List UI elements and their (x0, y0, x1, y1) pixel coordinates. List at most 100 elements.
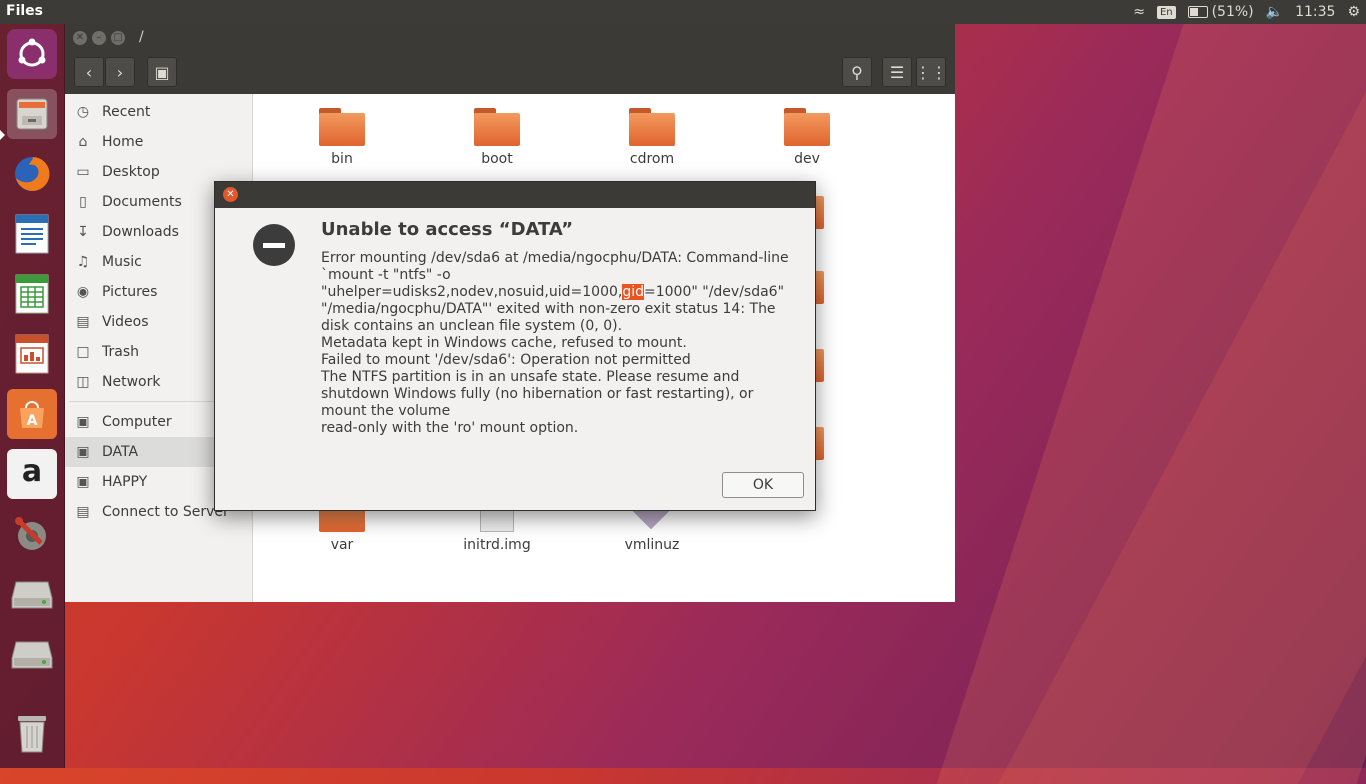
download-icon: ↧ (77, 224, 89, 240)
gear-icon[interactable]: ⚙ (1347, 4, 1360, 20)
file-name: bin (331, 151, 353, 167)
path-bar-root-button[interactable]: ▣ (147, 57, 177, 87)
folder-icon (784, 108, 830, 146)
trash-icon: □ (76, 344, 90, 360)
search-icon: ⚲ (851, 62, 863, 82)
minimize-icon[interactable]: – (92, 31, 106, 45)
error-icon (253, 224, 295, 266)
camera-icon: ◉ (76, 284, 90, 300)
calc-icon[interactable] (7, 269, 57, 319)
sidebar-item-label: HAPPY (102, 474, 148, 490)
file-item[interactable]: cdrom (597, 108, 707, 167)
sidebar-item-recent[interactable]: ◷ Recent (65, 97, 252, 127)
search-button[interactable]: ⚲ (842, 57, 872, 87)
network-icon: ◫ (76, 374, 90, 390)
error-dialog: ✕ Unable to access “DATA” Error mounting… (214, 181, 816, 511)
server-icon: ▤ (76, 504, 90, 520)
film-icon: ▤ (76, 314, 90, 330)
drive-icon: ▣ (76, 444, 90, 460)
drive-icon: ▣ (76, 414, 90, 430)
close-icon[interactable]: ✕ (73, 31, 87, 45)
trash-icon[interactable] (7, 709, 57, 759)
software-center-icon[interactable]: A (7, 389, 57, 439)
sidebar-item-label: Desktop (102, 164, 160, 180)
writer-icon[interactable] (7, 209, 57, 259)
highlighted-text: gid (622, 284, 645, 300)
dialog-heading: Unable to access “DATA” (321, 219, 574, 240)
window-titlebar: ✕ – □ / (65, 24, 955, 52)
maximize-icon[interactable]: □ (111, 31, 125, 45)
file-item[interactable]: bin (287, 108, 397, 167)
svg-text:A: A (27, 413, 38, 429)
home-icon: ⌂ (78, 134, 88, 150)
file-name: cdrom (629, 151, 675, 167)
error-line: Failed to mount '/dev/sda6': Operation n… (321, 352, 691, 368)
forward-button[interactable]: › (105, 57, 135, 87)
file-name: initrd.img (463, 537, 531, 553)
dialog-message: Error mounting /dev/sda6 at /media/ngocp… (321, 250, 799, 437)
dialog-titlebar: ✕ (215, 182, 815, 208)
chevron-left-icon: ‹ (85, 62, 93, 82)
wifi-icon[interactable]: ≈ (1133, 4, 1145, 20)
folder-icon (474, 108, 520, 146)
clock[interactable]: 11:35 (1295, 4, 1335, 20)
document-icon: ▯ (79, 194, 87, 210)
folder-icon (629, 108, 675, 146)
list-view-button[interactable]: ☰ (882, 57, 912, 87)
file-name: vmlinuz (624, 537, 680, 553)
settings-icon[interactable] (7, 509, 57, 559)
folder-icon: ▭ (76, 164, 90, 180)
error-line: read-only with the 'ro' mount option. (321, 420, 579, 436)
amazon-icon[interactable]: a (7, 449, 57, 499)
list-icon: ☰ (889, 62, 905, 82)
sidebar-item-label: Computer (102, 414, 172, 430)
file-cabinet-icon[interactable] (7, 89, 57, 139)
hard-drive-icon[interactable] (7, 629, 57, 679)
error-line: The NTFS partition is in an unsafe state… (321, 369, 754, 419)
toolbar: ‹ › ▣ ⚲ ☰ ⋮⋮ (65, 52, 955, 94)
battery-indicator[interactable]: (51%) (1187, 4, 1254, 20)
volume-icon[interactable]: 🔈 (1266, 4, 1283, 20)
sidebar-item-label: Music (102, 254, 142, 270)
impress-icon[interactable] (7, 329, 57, 379)
file-name: dev (794, 151, 820, 167)
system-tray: ≈ En (51%) 🔈 11:35 ⚙ (1133, 0, 1360, 24)
sidebar-item-label: Recent (102, 104, 151, 120)
file-name: var (330, 537, 354, 553)
sidebar-item-label: Network (102, 374, 161, 390)
drive-icon: ▣ (76, 474, 90, 490)
sidebar-item-label: Home (102, 134, 144, 150)
ok-button[interactable]: OK (722, 472, 804, 498)
file-item[interactable]: boot (442, 108, 552, 167)
sidebar-item-label: Trash (102, 344, 139, 360)
ubuntu-logo-icon[interactable] (7, 29, 57, 79)
chevron-right-icon: › (116, 62, 124, 82)
grid-view-button[interactable]: ⋮⋮ (915, 57, 947, 87)
keyboard-layout-indicator[interactable]: En (1156, 5, 1176, 19)
music-icon: ♫ (76, 254, 90, 270)
back-button[interactable]: ‹ (74, 57, 104, 87)
sidebar-item-home[interactable]: ⌂ Home (65, 127, 252, 157)
clock-icon: ◷ (76, 104, 90, 120)
battery-icon (1187, 6, 1208, 18)
top-panel: Files ≈ En (51%) 🔈 11:35 ⚙ (0, 0, 1366, 24)
grid-icon: ⋮⋮ (915, 62, 947, 82)
folder-icon (319, 108, 365, 146)
file-item[interactable]: dev (752, 108, 862, 167)
active-app-marker (0, 130, 5, 140)
error-line: Metadata kept in Windows cache, refused … (321, 335, 687, 351)
sidebar-item-label: Documents (102, 194, 182, 210)
active-app-name: Files (6, 3, 43, 19)
sidebar-item-label: Videos (102, 314, 149, 330)
window-title: / (139, 29, 144, 45)
sidebar-item-label: DATA (102, 444, 139, 460)
drive-icon: ▣ (154, 62, 170, 82)
sidebar-item-label: Downloads (102, 224, 179, 240)
battery-percent: (51%) (1211, 4, 1254, 20)
close-icon[interactable]: ✕ (223, 187, 238, 202)
file-name: boot (481, 151, 513, 167)
error-detail: Error mounting /dev/sda6 at /media/ngocp… (321, 250, 789, 334)
hard-drive-icon[interactable] (7, 569, 57, 619)
firefox-icon[interactable] (7, 149, 57, 199)
sidebar-item-label: Connect to Server (102, 504, 229, 520)
